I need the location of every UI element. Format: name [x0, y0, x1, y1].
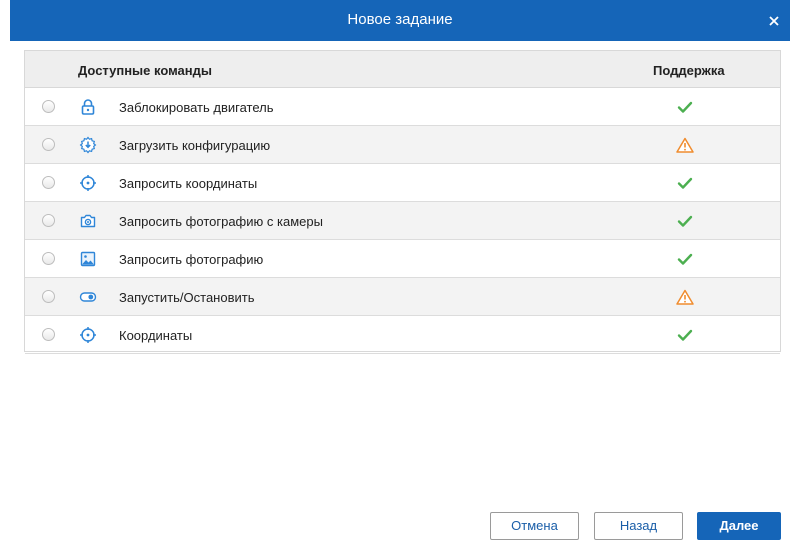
column-header-commands: Доступные команды	[78, 63, 212, 78]
row-radio[interactable]	[42, 214, 55, 227]
row-radio[interactable]	[42, 176, 55, 189]
column-header-support: Поддержка	[653, 63, 725, 78]
checkmark-icon	[677, 329, 693, 341]
checkmark-icon	[677, 177, 693, 189]
checkmark-icon	[677, 101, 693, 113]
row-radio[interactable]	[42, 328, 55, 341]
toggle-icon	[79, 292, 97, 302]
back-button[interactable]: Назад	[594, 512, 683, 540]
next-button[interactable]: Далее	[697, 512, 781, 540]
table-row[interactable]: Запросить фотографию с камеры	[25, 202, 780, 240]
row-radio[interactable]	[42, 290, 55, 303]
gear-download-icon	[79, 136, 97, 154]
command-label: Запросить координаты	[119, 176, 258, 191]
table-row[interactable]: Запросить координаты	[25, 164, 780, 202]
commands-table: Доступные команды Поддержка Заблокироват…	[24, 50, 781, 354]
row-radio[interactable]	[42, 138, 55, 151]
row-radio[interactable]	[42, 252, 55, 265]
table-row[interactable]: Запросить фотографию	[25, 240, 780, 278]
camera-icon	[80, 214, 96, 228]
warning-icon	[676, 137, 694, 153]
command-label: Запустить/Остановить	[119, 290, 255, 305]
dialog-title: Новое задание	[347, 11, 453, 28]
warning-icon	[676, 289, 694, 305]
image-icon	[80, 251, 96, 267]
table-header: Доступные команды Поддержка	[25, 51, 780, 88]
crosshair-icon	[80, 175, 96, 191]
cancel-button[interactable]: Отмена	[490, 512, 579, 540]
new-task-dialog: Новое задание Доступные команды Поддержк…	[10, 0, 790, 556]
command-label: Загрузить конфигурацию	[119, 138, 271, 153]
table-row[interactable]: Заблокировать двигатель	[25, 88, 780, 126]
command-label: Заблокировать двигатель	[119, 100, 274, 115]
checkmark-icon	[677, 253, 693, 265]
row-radio[interactable]	[42, 100, 55, 113]
crosshair-icon	[80, 327, 96, 343]
table-row[interactable]: Координаты	[25, 316, 780, 354]
dialog-titlebar: Новое задание	[10, 0, 790, 41]
table-row[interactable]: Загрузить конфигурацию	[25, 126, 780, 164]
command-label: Запросить фотографию с камеры	[119, 214, 323, 229]
command-label: Запросить фотографию	[119, 252, 264, 267]
table-row[interactable]: Запустить/Остановить	[25, 278, 780, 316]
close-icon[interactable]	[767, 14, 781, 28]
lock-icon	[81, 99, 95, 115]
checkmark-icon	[677, 215, 693, 227]
command-label: Координаты	[119, 328, 193, 343]
